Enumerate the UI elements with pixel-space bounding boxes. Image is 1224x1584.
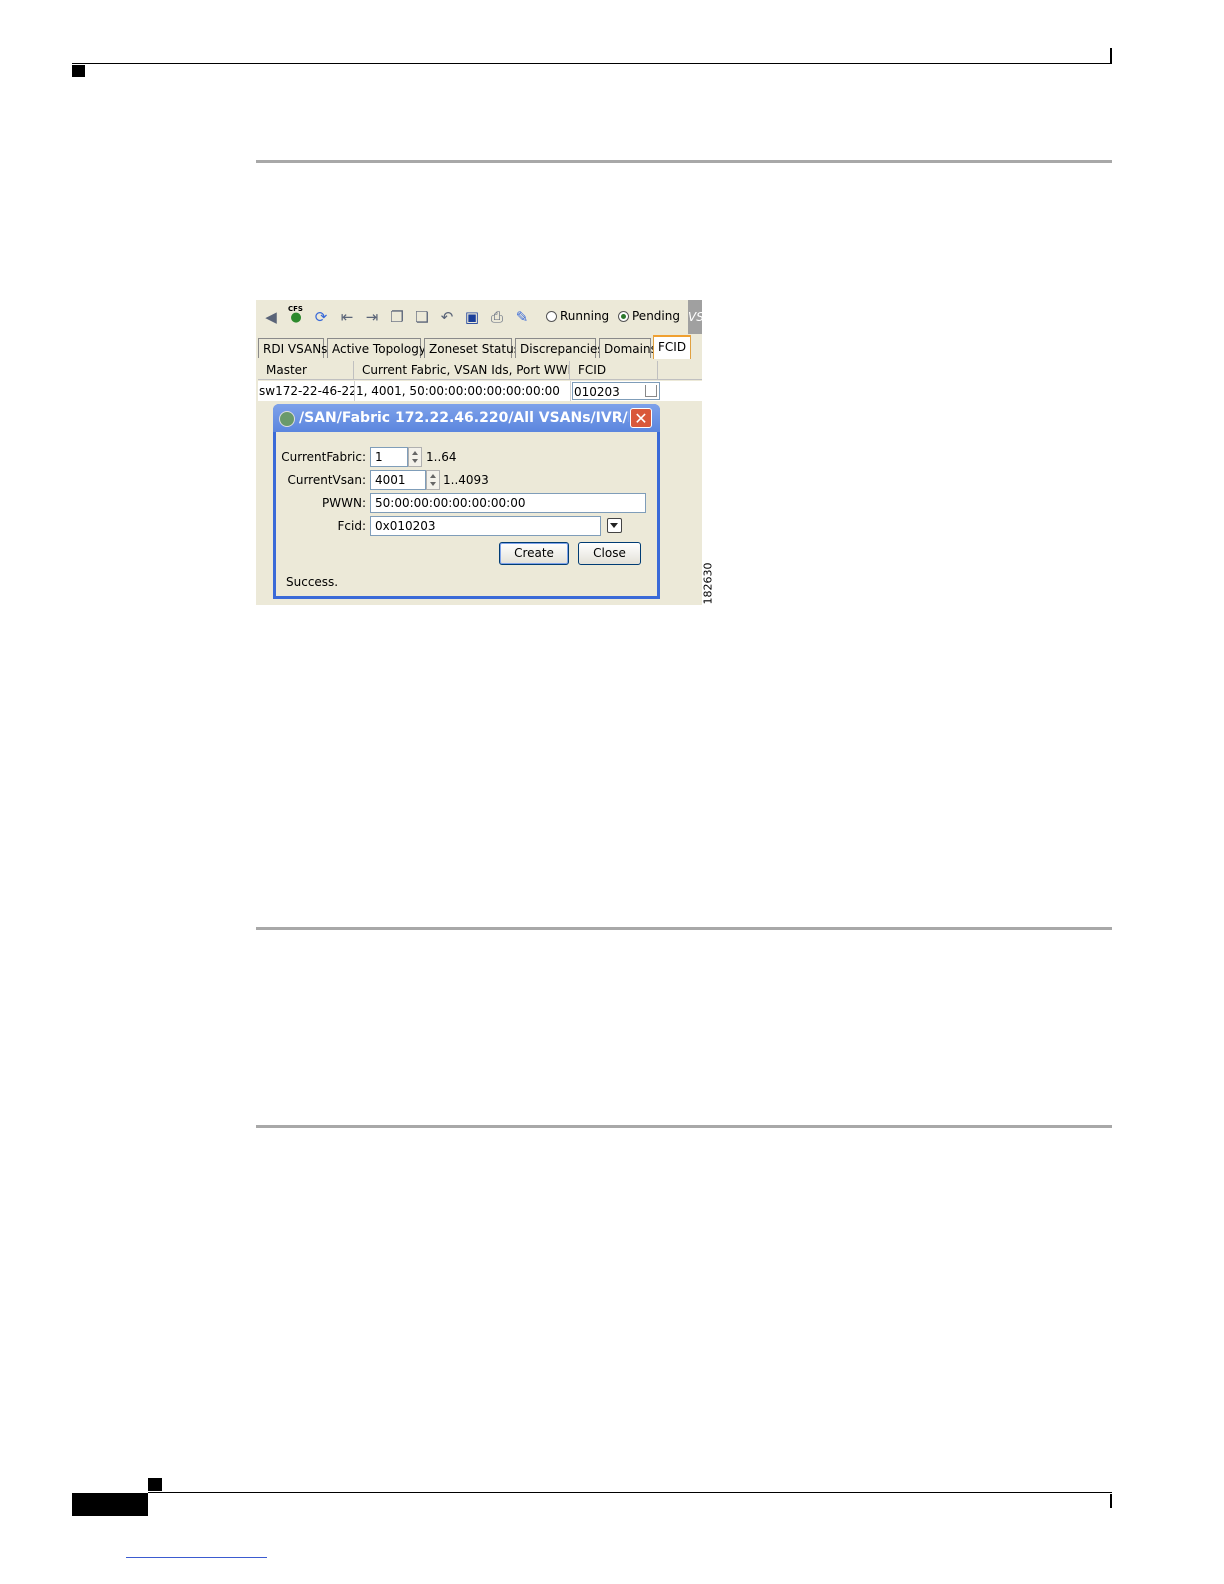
cell-current-fabric: 1, 4001, 50:00:00:00:00:00:00:00 bbox=[355, 381, 571, 401]
edit-icon[interactable]: ✎ bbox=[513, 308, 531, 326]
pwwn-input[interactable]: 50:00:00:00:00:00:00:00 bbox=[370, 493, 646, 513]
paste-icon[interactable]: ❏ bbox=[413, 308, 431, 326]
fcid-dropdown-icon[interactable] bbox=[607, 518, 622, 533]
figure-screenshot: ◀ ● CFS ⟳ ⇤ ⇥ ❐ ❏ ↶ ▣ ⎙ ✎ Running Pendin… bbox=[256, 300, 702, 605]
radio-running-label: Running bbox=[560, 309, 610, 323]
toolbar-overflow-strip: VS bbox=[688, 300, 702, 334]
tab-discrepancies[interactable]: Discrepancies bbox=[515, 338, 604, 358]
table-row[interactable]: sw172-22-46-220 1, 4001, 50:00:00:00:00:… bbox=[258, 381, 702, 401]
header-rule bbox=[72, 63, 1112, 64]
print-icon[interactable]: ⎙ bbox=[488, 308, 506, 326]
column-header-fcid[interactable]: FCID bbox=[570, 361, 658, 379]
radio-running[interactable]: Running bbox=[546, 309, 609, 323]
section-rule-top bbox=[256, 160, 1112, 163]
dialog-body: CurrentFabric: 1 1..64 CurrentVsan: 4001… bbox=[276, 432, 657, 596]
radio-pending-label: Pending bbox=[632, 309, 680, 323]
import-icon[interactable]: ⇤ bbox=[338, 308, 356, 326]
current-fabric-spinner[interactable] bbox=[408, 447, 422, 467]
current-vsan-spinner[interactable] bbox=[426, 470, 440, 490]
tab-zoneset-status[interactable]: Zoneset Status bbox=[424, 338, 520, 358]
column-header-current-fabric[interactable]: Current Fabric, VSAN Ids, Port WWN bbox=[354, 361, 570, 379]
create-button[interactable]: Create bbox=[499, 542, 569, 565]
current-vsan-input[interactable]: 4001 bbox=[370, 470, 426, 490]
figure-number: 182630 bbox=[697, 560, 721, 606]
save-icon[interactable]: ▣ bbox=[463, 308, 481, 326]
table-header: Master Current Fabric, VSAN Ids, Port WW… bbox=[258, 361, 702, 380]
dialog-title-bar[interactable]: /SAN/Fabric 172.22.46.220/All VSANs/IVR/… bbox=[273, 404, 660, 432]
status-text: Success. bbox=[286, 575, 339, 589]
close-icon[interactable]: ✕ bbox=[630, 408, 652, 428]
toolbar-overflow-text: VS bbox=[688, 310, 702, 324]
current-fabric-range: 1..64 bbox=[426, 450, 457, 464]
tab-active-topology[interactable]: Active Topology bbox=[327, 338, 426, 358]
section-rule-middle bbox=[256, 927, 1112, 930]
fcid-input[interactable]: 0x010203 bbox=[370, 516, 601, 536]
footer-link-underline[interactable] bbox=[126, 1557, 267, 1558]
header-tick bbox=[1110, 48, 1112, 64]
header-marker bbox=[72, 65, 85, 77]
fcid-dialog: /SAN/Fabric 172.22.46.220/All VSANs/IVR/… bbox=[273, 404, 660, 599]
section-rule-bottom bbox=[256, 1125, 1112, 1128]
current-fabric-label: CurrentFabric: bbox=[281, 450, 366, 464]
tab-bar: RDI VSANs Active Topology Zoneset Status… bbox=[256, 335, 702, 360]
radio-pending-dot[interactable] bbox=[618, 310, 629, 322]
footer-notch bbox=[148, 1478, 162, 1491]
footer-tick bbox=[1110, 1494, 1112, 1508]
cell-master: sw172-22-46-220 bbox=[258, 381, 355, 401]
footer-rule bbox=[148, 1492, 1112, 1493]
current-vsan-range: 1..4093 bbox=[443, 473, 489, 487]
toolbar: ◀ ● CFS ⟳ ⇤ ⇥ ❐ ❏ ↶ ▣ ⎙ ✎ Running Pendin… bbox=[256, 300, 702, 334]
cell-edit-icon[interactable] bbox=[645, 385, 657, 397]
copy-icon[interactable]: ❐ bbox=[388, 308, 406, 326]
app-icon bbox=[279, 411, 295, 427]
undo-icon[interactable]: ↶ bbox=[438, 308, 456, 326]
pwwn-label: PWWN: bbox=[322, 496, 366, 510]
current-fabric-input[interactable]: 1 bbox=[370, 447, 408, 467]
figure-number-text: 182630 bbox=[701, 562, 715, 605]
tab-domains[interactable]: Domains bbox=[599, 338, 657, 358]
refresh-icon[interactable]: ⟳ bbox=[312, 308, 330, 326]
back-icon[interactable]: ◀ bbox=[262, 308, 280, 326]
tab-rdi-vsans[interactable]: RDI VSANs bbox=[258, 338, 327, 358]
tab-fcid[interactable]: FCID bbox=[653, 335, 691, 359]
cell-fcid-value: 010203 bbox=[574, 385, 620, 399]
fcid-label: Fcid: bbox=[337, 519, 367, 533]
radio-pending[interactable]: Pending bbox=[618, 309, 680, 323]
dialog-title: /SAN/Fabric 172.22.46.220/All VSANs/IVR/… bbox=[299, 410, 629, 426]
cell-fcid[interactable]: 010203 bbox=[572, 382, 660, 400]
footer-page-block bbox=[72, 1493, 148, 1516]
column-header-master[interactable]: Master bbox=[258, 361, 354, 379]
cfs-label: CFS bbox=[288, 305, 303, 313]
close-button[interactable]: Close bbox=[578, 542, 641, 565]
export-icon[interactable]: ⇥ bbox=[363, 308, 381, 326]
radio-running-dot[interactable] bbox=[546, 310, 557, 322]
current-vsan-label: CurrentVsan: bbox=[287, 473, 366, 487]
